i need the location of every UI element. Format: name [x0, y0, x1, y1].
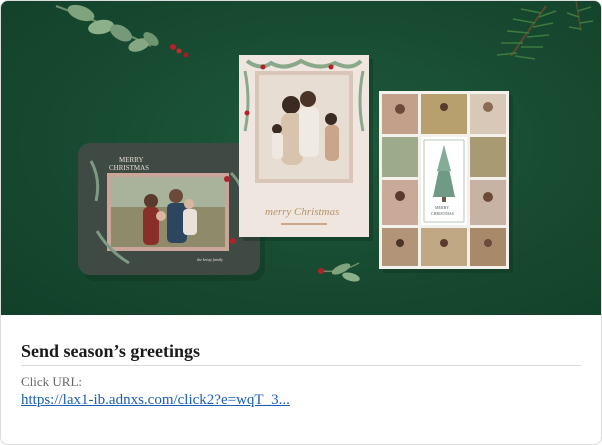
click-url-link[interactable]: https://lax1-ib.adnxs.com/click2?e=wqT_3…	[21, 392, 290, 409]
left-card-christmas: CHRISTMAS	[109, 164, 149, 172]
photo-card-left: MERRY CHRISTMAS the kristy family	[78, 143, 265, 281]
divider	[21, 365, 581, 366]
hero-image[interactable]: MERRY CHRISTMAS the kristy family merry …	[1, 1, 601, 315]
photo-card-center: merry Christmas	[239, 55, 373, 241]
left-card-merry: MERRY	[119, 156, 144, 164]
ad-card[interactable]: MERRY CHRISTMAS the kristy family merry …	[0, 0, 602, 445]
center-card-script: merry Christmas	[265, 206, 339, 218]
ad-title[interactable]: Send season’s greetings	[21, 341, 200, 362]
right-card-christmas: CHRISTMAS	[431, 211, 454, 216]
ad-body: Send season’s greetings Click URL: https…	[1, 315, 601, 444]
berry-sprig	[318, 262, 360, 282]
right-card-merry: MERRY	[435, 205, 449, 210]
left-card-signature: the kristy family	[197, 257, 223, 262]
eucalyptus-branch	[55, 4, 189, 58]
click-url-label: Click URL:	[21, 374, 83, 389]
holiday-cards-photo: MERRY CHRISTMAS the kristy family merry …	[55, 1, 594, 282]
photo-card-right: MERRY CHRISTMAS	[379, 91, 513, 273]
pine-branch	[496, 1, 594, 60]
